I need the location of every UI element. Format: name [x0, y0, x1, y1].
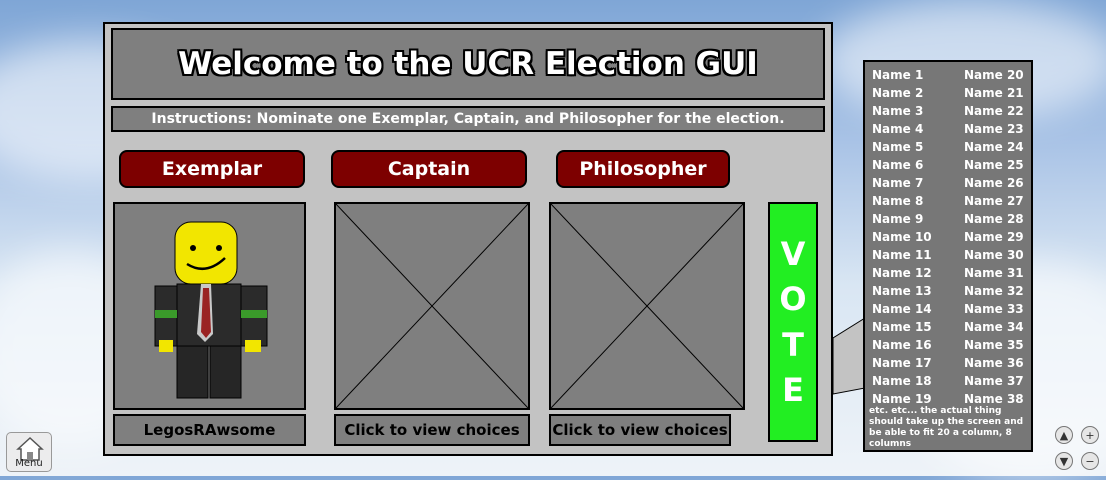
name-list-item[interactable]: Name 12 [872, 264, 932, 282]
name-list-item[interactable]: Name 31 [964, 264, 1024, 282]
captain-caption[interactable]: Click to view choices [334, 414, 530, 446]
name-list-item[interactable]: Name 9 [872, 210, 932, 228]
name-list-item[interactable]: Name 13 [872, 282, 932, 300]
name-list-item[interactable]: Name 18 [872, 372, 932, 390]
zoom-out-icon[interactable]: − [1081, 452, 1099, 470]
name-list-item[interactable]: Name 1 [872, 66, 932, 84]
name-list-item[interactable]: Name 6 [872, 156, 932, 174]
avatar-image [154, 221, 268, 399]
menu-label: Menu [15, 458, 43, 469]
captain-slot[interactable] [334, 202, 530, 410]
captain-button[interactable]: Captain [331, 150, 527, 188]
philosopher-slot[interactable] [549, 202, 745, 410]
names-list-panel: Name 1 Name 2 Name 3 Name 4 Name 5 Name 6 Name… [863, 60, 1033, 452]
name-list-item[interactable]: Name 22 [964, 102, 1024, 120]
vote-letter: O [779, 280, 807, 319]
zoom-down-icon[interactable]: ▼ [1055, 452, 1073, 470]
empty-placeholder-icon [336, 204, 528, 408]
name-list-item[interactable]: Name 28 [964, 210, 1024, 228]
page-title: Welcome to the UCR Election GUI [178, 46, 758, 82]
name-list-item[interactable]: Name 4 [872, 120, 932, 138]
name-list-item[interactable]: Name 11 [872, 246, 932, 264]
name-list-item[interactable]: Name 23 [964, 120, 1024, 138]
name-list-item[interactable]: Name 35 [964, 336, 1024, 354]
title-bar: Welcome to the UCR Election GUI [111, 28, 825, 100]
name-list-item[interactable]: Name 33 [964, 300, 1024, 318]
name-list-item[interactable]: Name 32 [964, 282, 1024, 300]
election-panel: Welcome to the UCR Election GUI Instruct… [103, 22, 833, 456]
name-list-item[interactable]: Name 16 [872, 336, 932, 354]
zoom-up-icon[interactable]: ▲ [1055, 426, 1073, 444]
callout-connector [833, 317, 866, 395]
exemplar-slot[interactable] [113, 202, 306, 410]
name-list-item[interactable]: Name 8 [872, 192, 932, 210]
name-list-item[interactable]: Name 3 [872, 102, 932, 120]
vote-letter: T [782, 325, 804, 364]
name-list-item[interactable]: Name 24 [964, 138, 1024, 156]
name-list-item[interactable]: Name 34 [964, 318, 1024, 336]
name-list-item[interactable]: Name 37 [964, 372, 1024, 390]
names-column-1: Name 1 Name 2 Name 3 Name 4 Name 5 Name 6 Name… [872, 66, 932, 408]
name-list-item[interactable]: Name 20 [964, 66, 1024, 84]
empty-placeholder-icon [551, 204, 743, 408]
philosopher-caption[interactable]: Click to view choices [549, 414, 731, 446]
name-list-item[interactable]: Name 2 [872, 84, 932, 102]
name-list-item[interactable]: Name 25 [964, 156, 1024, 174]
name-list-item[interactable]: Name 5 [872, 138, 932, 156]
name-list-item[interactable]: Name 7 [872, 174, 932, 192]
menu-button[interactable]: Menu [6, 432, 52, 472]
name-list-item[interactable]: Name 15 [872, 318, 932, 336]
name-list-item[interactable]: Name 26 [964, 174, 1024, 192]
name-list-item[interactable]: Name 29 [964, 228, 1024, 246]
vote-letter: V [780, 234, 806, 273]
names-column-2: Name 20 Name 21 Name 22 Name 23 Name 24 Name … [964, 66, 1024, 408]
name-list-item[interactable]: Name 21 [964, 84, 1024, 102]
exemplar-caption[interactable]: LegosRAwsome [113, 414, 306, 446]
names-note: etc. etc... the actual thing should take… [869, 406, 1024, 449]
name-list-item[interactable]: Name 14 [872, 300, 932, 318]
vote-letter: E [782, 371, 804, 410]
vote-button[interactable]: V O T E [768, 202, 818, 442]
instructions: Instructions: Nominate one Exemplar, Cap… [111, 106, 825, 132]
exemplar-button[interactable]: Exemplar [119, 150, 305, 188]
name-list-item[interactable]: Name 30 [964, 246, 1024, 264]
name-list-item[interactable]: Name 36 [964, 354, 1024, 372]
name-list-item[interactable]: Name 17 [872, 354, 932, 372]
zoom-in-icon[interactable]: + [1081, 426, 1099, 444]
name-list-item[interactable]: Name 10 [872, 228, 932, 246]
philosopher-button[interactable]: Philosopher [556, 150, 730, 188]
name-list-item[interactable]: Name 27 [964, 192, 1024, 210]
